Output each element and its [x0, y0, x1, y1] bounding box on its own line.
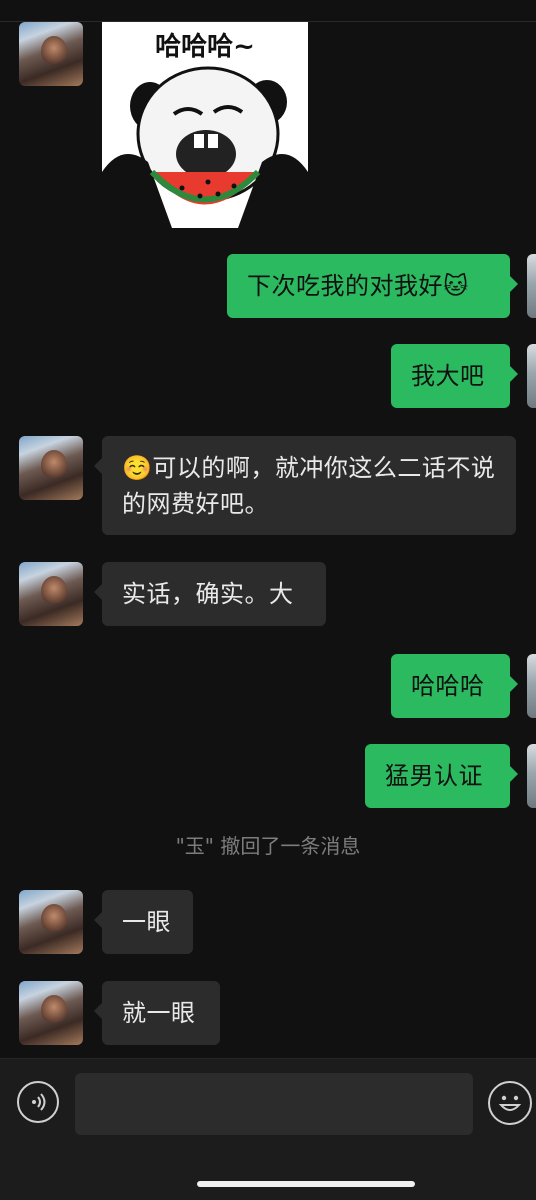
incoming-message-bubble[interactable]: 实话，确实。大 — [94, 562, 326, 626]
contact-avatar[interactable] — [19, 436, 83, 500]
contact-avatar[interactable] — [19, 890, 83, 954]
contact-avatar[interactable] — [19, 22, 83, 86]
recall-notice: "玉" 撤回了一条消息 — [175, 834, 361, 858]
sticker-message[interactable]: 哈哈哈~ — [102, 22, 308, 228]
outgoing-message-bubble[interactable]: 哈哈哈 — [391, 654, 518, 718]
outgoing-message-bubble[interactable]: 我大吧 — [391, 344, 518, 408]
message-input[interactable] — [75, 1073, 473, 1135]
contact-avatar[interactable] — [19, 981, 83, 1045]
voice-icon[interactable] — [17, 1081, 59, 1123]
outgoing-message-bubble[interactable]: 下次吃我的对我好🐱 — [227, 254, 518, 318]
sticker-caption: 哈哈哈~ — [155, 32, 255, 62]
input-bar — [0, 1058, 536, 1200]
my-avatar[interactable] — [527, 744, 536, 808]
outgoing-message-bubble[interactable]: 猛男认证 — [365, 744, 518, 808]
incoming-message-bubble[interactable]: 就一眼 — [94, 981, 220, 1045]
my-avatar[interactable] — [527, 254, 536, 318]
top-bar — [0, 0, 536, 22]
home-indicator[interactable] — [197, 1181, 415, 1187]
incoming-message-bubble[interactable]: ☺️可以的啊，就冲你这么二话不说的网费好吧。 — [94, 436, 516, 535]
my-avatar[interactable] — [527, 344, 536, 408]
my-avatar[interactable] — [527, 654, 536, 718]
incoming-message-bubble[interactable]: 一眼 — [94, 890, 193, 954]
emoji-icon[interactable] — [488, 1081, 532, 1125]
contact-avatar[interactable] — [19, 562, 83, 626]
